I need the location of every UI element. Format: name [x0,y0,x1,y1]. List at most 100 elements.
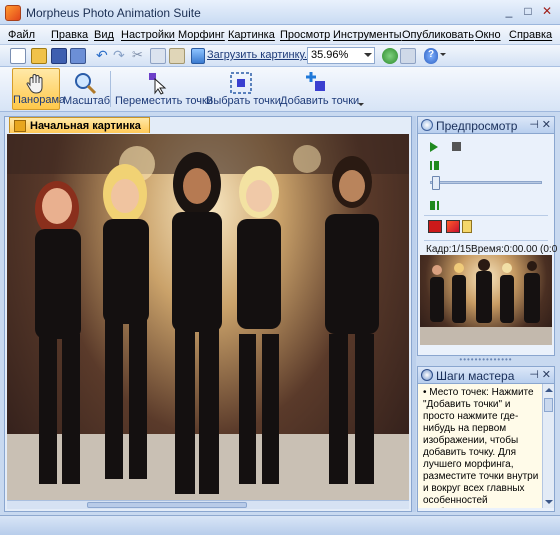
end-color-swatch[interactable] [446,220,460,233]
menu-view[interactable]: Вид [94,29,114,41]
wizard-instructions: • Место точек: Нажмите "Добавить точки" … [423,387,539,508]
menu-preview[interactable]: Просмотр [280,29,330,41]
close-button[interactable]: ✕ [538,4,556,20]
tool-label: Панорама [13,94,66,106]
menu-image[interactable]: Картинка [228,29,275,41]
new-file-icon[interactable] [10,48,26,64]
wizard-title: Шаги мастера [436,369,515,383]
save-icon[interactable] [51,48,67,64]
pin-icon[interactable]: ⊣ [529,118,539,131]
divider [424,215,548,216]
start-color-swatch[interactable] [428,220,442,233]
go-to-end-icon[interactable] [430,201,439,210]
zoom-select[interactable]: 35.96% [307,47,375,64]
copy-icon[interactable] [150,48,166,64]
divider [424,240,548,241]
paste-icon[interactable] [169,48,185,64]
horizontal-scrollbar[interactable] [7,500,409,509]
start-image-panel: Начальная картинка [4,116,412,512]
forward-row [418,196,554,214]
preview-image [420,259,552,345]
open-folder-icon[interactable] [31,48,47,64]
menu-settings[interactable]: Настройки [121,29,175,41]
wizard-header: Шаги мастера ⊣ ✕ [418,367,554,384]
cut-icon[interactable]: ✂ [132,48,148,64]
status-bar [0,515,560,535]
playback-controls [418,138,554,156]
tool-add-points-button[interactable]: Добавить точки [280,68,360,110]
panel-resize-grip[interactable]: •••••••••••••• [417,356,555,364]
preview-title: Предпросмотр [436,119,518,133]
tool-label: Добавить точки [280,95,360,107]
app-icon [5,5,21,21]
tool-select-points-button[interactable]: Выбрать точки [206,68,281,110]
hand-icon [24,72,48,96]
tool-label: Переместить точки [115,95,213,107]
menu-bar: Файл Правка Вид Настройки Морфинг Картин… [0,25,560,45]
tool-label: Выбрать точки [206,95,281,107]
photo-image [7,134,409,500]
menu-help[interactable]: Справка [509,29,552,41]
scrollbar-thumb[interactable] [87,502,247,508]
preview-header: Предпросмотр ⊣ ✕ [418,117,554,134]
undo-icon[interactable]: ↶ [96,48,112,64]
magnifier-icon [73,71,97,95]
slider-track [430,181,542,184]
pin-icon[interactable]: ⊣ [529,368,539,381]
wizard-content: • Место точек: Нажмите "Добавить точки" … [418,384,554,508]
title-bar: Morpheus Photo Animation Suite _ □ ✕ [0,0,560,25]
select-points-icon [229,71,253,95]
move-points-icon [147,71,171,95]
preview-panel: Предпросмотр ⊣ ✕ Кадр:1/15Время:0:00.00 … [417,116,558,356]
color-dropdown[interactable] [462,220,472,233]
menu-publish[interactable]: Опубликовать [402,29,474,41]
play-icon[interactable] [430,142,438,152]
menu-edit[interactable]: Правка [51,29,88,41]
help-icon[interactable]: ? [424,48,438,64]
scroll-up-icon[interactable] [545,388,553,392]
tool-pan-button[interactable]: Панорама [12,68,66,110]
scrollbar-thumb[interactable] [544,398,553,412]
menu-morphing[interactable]: Морфинг [178,29,225,41]
load-image-icon [191,48,205,64]
tool-zoom-button[interactable]: Масштаб [63,68,110,110]
close-icon[interactable]: ✕ [542,368,551,381]
publish-icon[interactable] [400,48,416,64]
tool-move-points-button[interactable]: Переместить точки [115,68,213,110]
toolbar-separator [110,71,111,107]
minimize-button[interactable]: _ [500,4,518,20]
menu-file[interactable]: Файл [8,29,35,41]
image-icon [14,120,26,132]
save-as-icon[interactable] [70,48,86,64]
color-row [418,217,554,239]
tab-start-image[interactable]: Начальная картинка [9,117,150,133]
info-icon [421,369,433,381]
add-points-icon [305,71,329,95]
chevron-down-icon[interactable] [440,53,446,56]
standard-toolbar: ↶ ↷ ✂ Загрузить картинку... 35.96% ? [0,45,560,67]
rewind-row [418,156,554,174]
load-image-button[interactable]: Загрузить картинку... [207,49,313,61]
vertical-scrollbar[interactable] [542,384,554,508]
stop-icon[interactable] [452,142,461,151]
menu-window[interactable]: Окно [475,29,501,41]
chevron-down-icon [364,53,372,57]
scroll-down-icon[interactable] [545,500,553,504]
start-image-canvas[interactable] [7,134,409,500]
go-to-start-icon[interactable] [430,161,439,170]
preview-thumbnail [420,255,552,345]
zoom-value: 35.96% [311,49,349,61]
tools-toolbar: Панорама Масштаб Переместить точки Выбра… [0,67,560,112]
redo-icon[interactable]: ↷ [113,48,129,64]
frame-slider[interactable] [418,174,554,196]
globe-icon[interactable] [382,48,398,64]
panel-splitter[interactable] [412,116,416,512]
frame-time-readout: Кадр:1/15Время:0:00.00 (0:0 [426,244,558,255]
menu-tools[interactable]: Инструменты [333,29,402,41]
close-icon[interactable]: ✕ [542,118,551,131]
magnifier-icon [421,119,433,131]
chevron-down-icon[interactable] [358,103,364,106]
tab-label: Начальная картинка [30,120,141,132]
slider-thumb[interactable] [432,176,440,190]
maximize-button[interactable]: □ [519,4,537,20]
